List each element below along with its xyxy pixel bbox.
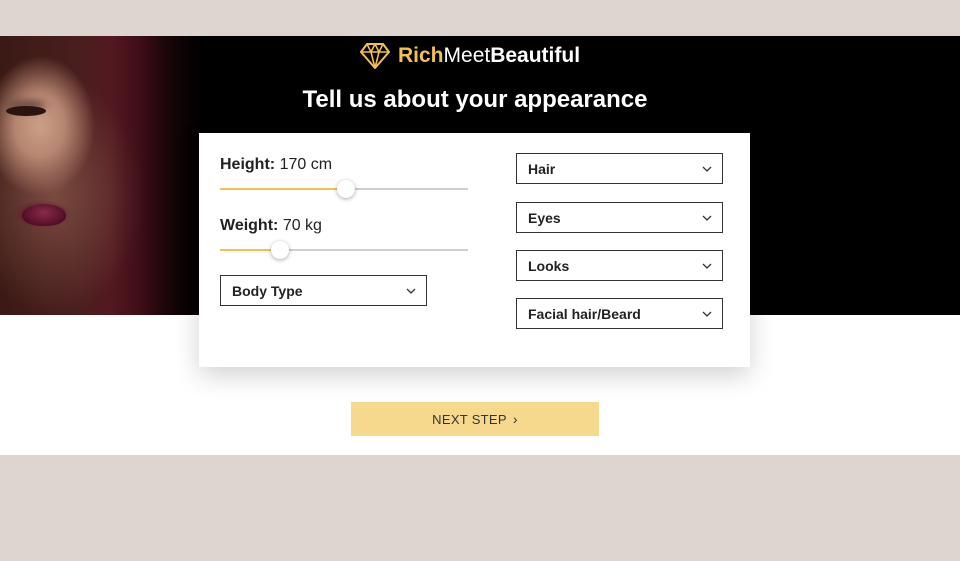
height-label-text: Height: bbox=[220, 156, 276, 173]
chevron-down-icon bbox=[702, 311, 712, 317]
chevron-right-icon: › bbox=[512, 411, 518, 427]
facial-hair-select-value: Facial hair/Beard bbox=[528, 305, 641, 322]
weight-slider-thumb[interactable] bbox=[270, 241, 289, 259]
hair-select[interactable]: Hair bbox=[516, 153, 723, 184]
chevron-down-icon bbox=[702, 166, 712, 172]
portrait-lips bbox=[22, 204, 66, 226]
weight-value: 70 kg bbox=[282, 217, 322, 234]
hero-portrait-image bbox=[0, 36, 200, 315]
chevron-down-icon bbox=[406, 288, 416, 294]
page-title: Tell us about your appearance bbox=[302, 86, 648, 113]
looks-select[interactable]: Looks bbox=[516, 250, 723, 281]
brand-word-beautiful: Beautiful bbox=[490, 44, 581, 67]
brand-word-rich: Rich bbox=[398, 44, 444, 67]
height-slider[interactable] bbox=[220, 180, 468, 198]
eyes-select-value: Eyes bbox=[528, 209, 561, 226]
hair-select-value: Hair bbox=[528, 160, 556, 177]
eyes-select[interactable]: Eyes bbox=[516, 202, 723, 233]
weight-label: Weight: 70 kg bbox=[220, 217, 322, 235]
chevron-down-icon bbox=[702, 215, 712, 221]
next-step-label: NEXT STEP bbox=[432, 411, 507, 427]
chevron-down-icon bbox=[702, 263, 712, 269]
brand-word-meet: Meet bbox=[443, 44, 491, 67]
appearance-form-card: Height: 170 cm Weight: 70 kg Body Type H… bbox=[199, 133, 750, 367]
diamond-icon bbox=[360, 43, 390, 69]
body-type-select[interactable]: Body Type bbox=[220, 275, 427, 306]
height-value: 170 cm bbox=[279, 156, 333, 173]
facial-hair-select[interactable]: Facial hair/Beard bbox=[516, 298, 723, 329]
body-type-select-value: Body Type bbox=[232, 282, 303, 299]
brand-logo[interactable]: Rich Meet Beautiful bbox=[360, 41, 580, 71]
looks-select-value: Looks bbox=[528, 257, 570, 274]
portrait-fade bbox=[110, 36, 200, 315]
height-slider-thumb[interactable] bbox=[337, 180, 356, 198]
weight-slider[interactable] bbox=[220, 241, 468, 259]
height-slider-fill bbox=[220, 188, 347, 190]
weight-label-text: Weight: bbox=[220, 217, 279, 234]
height-label: Height: 170 cm bbox=[220, 156, 332, 174]
next-step-button[interactable]: NEXT STEP › bbox=[351, 402, 599, 436]
